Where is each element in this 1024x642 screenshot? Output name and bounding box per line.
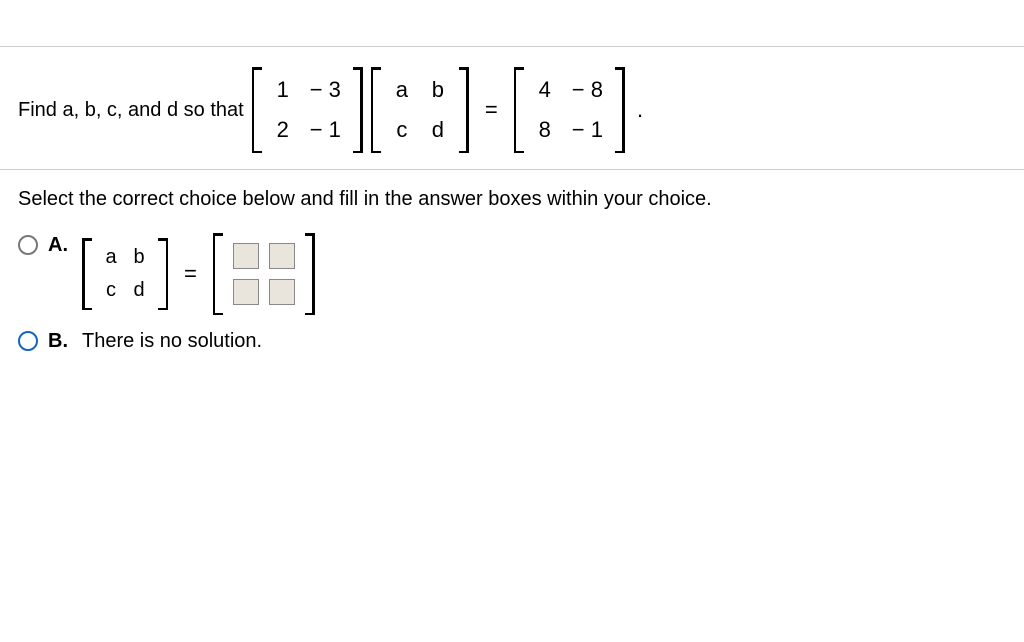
question-terminator: . bbox=[637, 97, 643, 123]
choice-b-radio[interactable] bbox=[18, 331, 38, 351]
matrix-left-r2c2: − 1 bbox=[310, 117, 341, 143]
matrix-right-r2c1: 8 bbox=[536, 117, 554, 143]
choice-a-lhs-r1c1: a bbox=[102, 246, 120, 269]
question-section: Find a, b, c, and d so that 1 − 3 2 − 1 … bbox=[0, 46, 1024, 170]
choice-a-lhs-r1c2: b bbox=[130, 246, 148, 269]
choice-b-text: There is no solution. bbox=[82, 329, 262, 353]
question-lead: Find a, b, c, and d so that bbox=[18, 99, 244, 122]
matrix-right: 4 − 8 8 − 1 bbox=[514, 67, 625, 153]
page-container: Find a, b, c, and d so that 1 − 3 2 − 1 … bbox=[0, 0, 1024, 642]
matrix-right-r1c1: 4 bbox=[536, 77, 554, 103]
matrix-mid: a b c d bbox=[371, 67, 469, 153]
choice-a-rhs-matrix bbox=[213, 233, 315, 315]
choice-b-label: B. bbox=[48, 329, 72, 353]
choice-a-radio[interactable] bbox=[18, 235, 38, 255]
bracket-right-icon bbox=[305, 233, 315, 315]
spacer-top bbox=[0, 0, 1024, 46]
bracket-left-icon bbox=[252, 67, 262, 153]
bracket-right-icon bbox=[459, 67, 469, 153]
choices-section: A. a b c d = bbox=[0, 217, 1024, 353]
answer-box-d[interactable] bbox=[269, 279, 295, 305]
choice-a-lhs-r2c1: c bbox=[102, 279, 120, 302]
choice-a-equals: = bbox=[184, 261, 197, 287]
instruction-section: Select the correct choice below and fill… bbox=[0, 170, 1024, 217]
matrix-mid-r1c1: a bbox=[393, 77, 411, 103]
bracket-left-icon bbox=[371, 67, 381, 153]
choice-a-body: a b c d = bbox=[82, 233, 315, 315]
equals-sign: = bbox=[485, 97, 498, 123]
choice-a-label: A. bbox=[48, 233, 72, 257]
matrix-left-r1c2: − 3 bbox=[310, 77, 341, 103]
matrix-mid-r2c1: c bbox=[393, 117, 411, 143]
matrix-left-r2c1: 2 bbox=[274, 117, 292, 143]
matrix-mid-r1c2: b bbox=[429, 77, 447, 103]
matrix-mid-r2c2: d bbox=[429, 117, 447, 143]
choice-a-lhs-matrix: a b c d bbox=[82, 238, 168, 310]
bracket-right-icon bbox=[158, 238, 168, 310]
answer-box-a[interactable] bbox=[233, 243, 259, 269]
bracket-left-icon bbox=[213, 233, 223, 315]
matrix-right-r2c2: − 1 bbox=[572, 117, 603, 143]
bracket-right-icon bbox=[353, 67, 363, 153]
answer-box-b[interactable] bbox=[269, 243, 295, 269]
instruction-text: Select the correct choice below and fill… bbox=[18, 188, 712, 210]
bracket-left-icon bbox=[82, 238, 92, 310]
answer-box-c[interactable] bbox=[233, 279, 259, 305]
matrix-left-r1c1: 1 bbox=[274, 77, 292, 103]
matrix-right-r1c2: − 8 bbox=[572, 77, 603, 103]
bracket-left-icon bbox=[514, 67, 524, 153]
choice-b-row: B. There is no solution. bbox=[18, 329, 1006, 353]
choice-a-lhs-r2c2: d bbox=[130, 279, 148, 302]
bracket-right-icon bbox=[615, 67, 625, 153]
choice-a-row: A. a b c d = bbox=[18, 233, 1006, 315]
matrix-left: 1 − 3 2 − 1 bbox=[252, 67, 363, 153]
